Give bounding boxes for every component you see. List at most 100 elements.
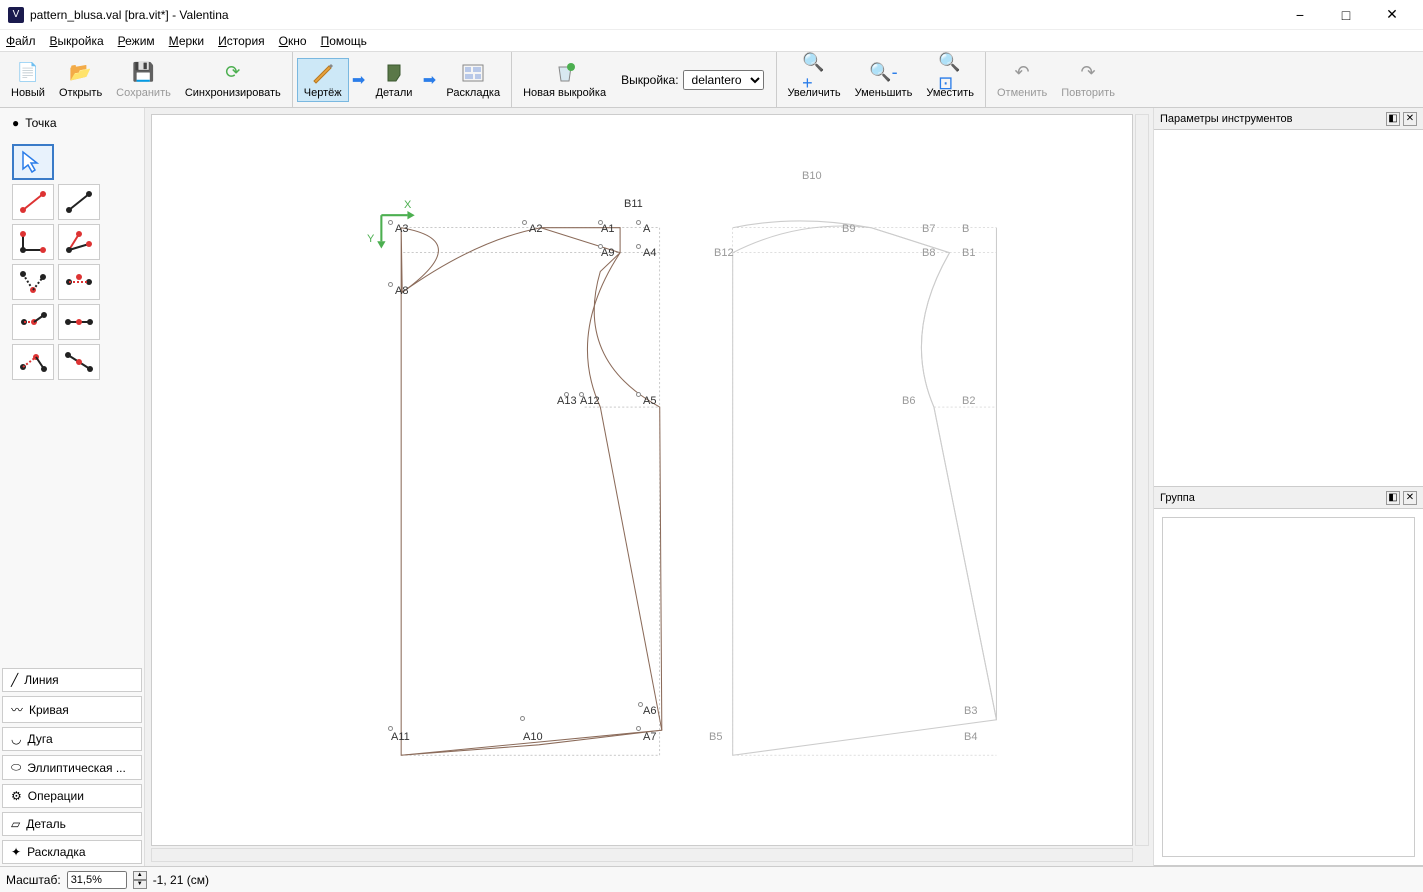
- sync-icon: ⟳: [221, 61, 245, 85]
- undo-icon: ↶: [1010, 61, 1034, 85]
- tool-point-along[interactable]: [12, 224, 54, 260]
- point-B3: B3: [964, 705, 977, 717]
- tool-point-endline[interactable]: [58, 184, 100, 220]
- details-mode-button[interactable]: Детали: [369, 58, 420, 102]
- zoom-out-button[interactable]: 🔍- Уменьшить: [848, 58, 920, 102]
- menu-help[interactable]: Помощь: [321, 34, 367, 48]
- tool-pointer[interactable]: [12, 144, 54, 180]
- coords-label: -1, 21 (см): [153, 873, 209, 887]
- menu-history[interactable]: История: [218, 34, 265, 48]
- menu-pattern[interactable]: Выкройка: [50, 34, 104, 48]
- point-A11: A11: [391, 731, 410, 743]
- tool-curve-label: Кривая: [29, 703, 69, 717]
- point-A8: A8: [395, 285, 408, 297]
- tool-category-arc[interactable]: ◡ Дуга: [2, 727, 142, 751]
- scrollbar-horizontal[interactable]: [151, 848, 1133, 862]
- point-dot: [636, 726, 641, 731]
- tool-point-distance[interactable]: [12, 184, 54, 220]
- new-pattern-label: Новая выкройка: [523, 87, 606, 99]
- tool-category-point[interactable]: ● Точка: [2, 110, 142, 136]
- layout-mode-button[interactable]: Раскладка: [439, 58, 507, 102]
- dock-group-title: Группа: [1160, 492, 1383, 504]
- menu-window[interactable]: Окно: [279, 34, 307, 48]
- sync-button[interactable]: ⟳ Синхронизировать: [178, 58, 288, 102]
- pattern-select[interactable]: delantero: [683, 70, 764, 90]
- tool-point-lineintersect[interactable]: [58, 344, 100, 380]
- tool-point-triangle[interactable]: [12, 344, 54, 380]
- dock-float-button-2[interactable]: ◧: [1386, 491, 1400, 505]
- point-dot: [636, 220, 641, 225]
- group-list[interactable]: [1162, 517, 1415, 857]
- new-pattern-button[interactable]: Новая выкройка: [516, 58, 613, 102]
- close-button[interactable]: ✕: [1369, 0, 1415, 30]
- new-button[interactable]: 📄 Новый: [4, 58, 52, 102]
- open-button[interactable]: 📂 Открыть: [52, 58, 109, 102]
- menu-file[interactable]: Файл: [6, 34, 36, 48]
- point-A: A: [643, 223, 650, 235]
- open-label: Открыть: [59, 87, 102, 99]
- undo-label: Отменить: [997, 87, 1047, 99]
- tool-layout-label: Раскладка: [27, 845, 86, 859]
- tool-category-elliptical[interactable]: ⬭ Эллиптическая ...: [2, 755, 142, 780]
- tool-point-bisector[interactable]: [12, 264, 54, 300]
- undo-button[interactable]: ↶ Отменить: [990, 58, 1054, 102]
- drawing-canvas[interactable]: X Y A3 A2 A1 A B11 A9 A4 A8 A13 A12 A5: [151, 114, 1133, 846]
- scale-input[interactable]: [67, 871, 127, 889]
- redo-button[interactable]: ↷ Повторить: [1054, 58, 1122, 102]
- tool-category-operations[interactable]: ⚙ Операции: [2, 784, 142, 808]
- tool-point-contact[interactable]: [12, 304, 54, 340]
- point-B8: B8: [922, 247, 935, 259]
- redo-icon: ↷: [1076, 61, 1100, 85]
- zoom-in-label: Увеличить: [788, 87, 841, 99]
- point-A5: A5: [643, 395, 656, 407]
- axis-x-label: X: [404, 199, 411, 211]
- point-dot: [388, 220, 393, 225]
- point-dot: [636, 392, 641, 397]
- menu-measurements[interactable]: Мерки: [169, 34, 204, 48]
- zoom-fit-button[interactable]: 🔍⊡ Уместить: [919, 58, 981, 102]
- arrow-icon-2: ➡: [419, 70, 439, 90]
- tool-point-shoulder[interactable]: [58, 264, 100, 300]
- dock-properties-header: Параметры инструментов ◧ ✕: [1154, 108, 1423, 130]
- point-A9: A9: [601, 247, 614, 259]
- point-B7: B7: [922, 223, 935, 235]
- dock-float-button[interactable]: ◧: [1386, 112, 1400, 126]
- scale-down-button[interactable]: ▼: [133, 880, 147, 889]
- tool-category-layout[interactable]: ✦ Раскладка: [2, 840, 142, 864]
- point-B: B: [962, 223, 969, 235]
- new-icon: 📄: [16, 61, 40, 85]
- menu-mode[interactable]: Режим: [118, 34, 155, 48]
- maximize-button[interactable]: □: [1323, 0, 1369, 30]
- dock-properties-title: Параметры инструментов: [1160, 113, 1383, 125]
- tool-category-detail[interactable]: ▱ Деталь: [2, 812, 142, 836]
- right-panel: Параметры инструментов ◧ ✕ Группа ◧ ✕: [1153, 108, 1423, 866]
- tool-panel: ● Точка ╱ Линия 〰 Кривая ◡ Дуга ⬭ Эллипт…: [0, 108, 145, 866]
- toolbar: 📄 Новый 📂 Открыть 💾 Сохранить ⟳ Синхрони…: [0, 52, 1423, 108]
- point-B2: B2: [962, 395, 975, 407]
- tool-category-line[interactable]: ╱ Линия: [2, 668, 142, 692]
- save-button[interactable]: 💾 Сохранить: [109, 58, 178, 102]
- scrollbar-vertical[interactable]: [1135, 114, 1149, 846]
- draw-mode-button[interactable]: Чертёж: [297, 58, 349, 102]
- axis-y-label: Y: [367, 233, 374, 245]
- tool-point-normal[interactable]: [58, 224, 100, 260]
- point-A7: A7: [643, 731, 656, 743]
- minimize-button[interactable]: −: [1277, 0, 1323, 30]
- scale-label: Масштаб:: [6, 873, 61, 887]
- zoom-in-button[interactable]: 🔍+ Увеличить: [781, 58, 848, 102]
- titlebar: V pattern_blusa.val [bra.vit*] - Valenti…: [0, 0, 1423, 30]
- tool-category-curve[interactable]: 〰 Кривая: [2, 696, 142, 723]
- zoom-out-icon: 🔍-: [871, 61, 895, 85]
- scale-up-button[interactable]: ▲: [133, 871, 147, 880]
- point-A4: A4: [643, 247, 656, 259]
- zoom-out-label: Уменьшить: [855, 87, 913, 99]
- dock-close-button-2[interactable]: ✕: [1403, 491, 1417, 505]
- point-B10: B10: [802, 170, 822, 182]
- tool-elliptical-label: Эллиптическая ...: [27, 761, 126, 775]
- draw-label: Чертёж: [304, 87, 342, 99]
- point-B9: B9: [842, 223, 855, 235]
- point-A12: A12: [580, 395, 600, 407]
- dock-close-button[interactable]: ✕: [1403, 112, 1417, 126]
- tool-point-intersection[interactable]: [58, 304, 100, 340]
- save-label: Сохранить: [116, 87, 171, 99]
